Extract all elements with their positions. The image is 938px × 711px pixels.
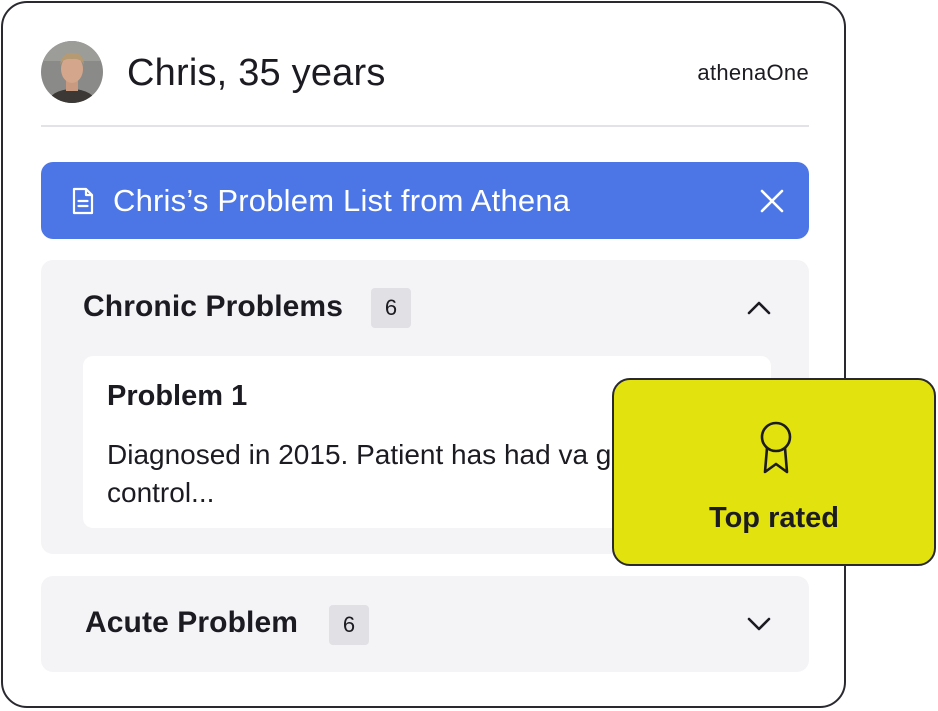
avatar — [41, 41, 103, 103]
patient-header: Chris, 35 years athenaOne — [41, 41, 809, 127]
acute-count-badge: 6 — [329, 605, 369, 645]
problem-title: Problem 1 — [107, 380, 248, 412]
section-title-chronic[interactable]: Chronic Problems — [83, 288, 343, 326]
avatar-photo — [41, 41, 103, 103]
problem-list-banner: Chris’s Problem List from Athena — [41, 162, 809, 239]
top-rated-badge: Top rated — [612, 378, 936, 566]
ehr-brand-label: athenaOne — [697, 60, 809, 85]
section-title-acute[interactable]: Acute Problem — [85, 604, 298, 642]
chevron-up-icon[interactable] — [745, 294, 773, 322]
banner-title: Chris’s Problem List from Athena — [113, 183, 571, 218]
patient-name: Chris, 35 years — [127, 52, 386, 94]
close-icon[interactable] — [757, 186, 787, 216]
acute-problems-section: Acute Problem 6 — [41, 576, 809, 672]
patient-card: Chris, 35 years athenaOne Chris’s Proble… — [1, 1, 846, 708]
chronic-count-badge: 6 — [371, 288, 411, 328]
top-rated-label: Top rated — [709, 502, 839, 534]
chevron-down-icon[interactable] — [745, 610, 773, 638]
document-icon — [72, 187, 94, 215]
award-ribbon-icon — [760, 421, 792, 474]
